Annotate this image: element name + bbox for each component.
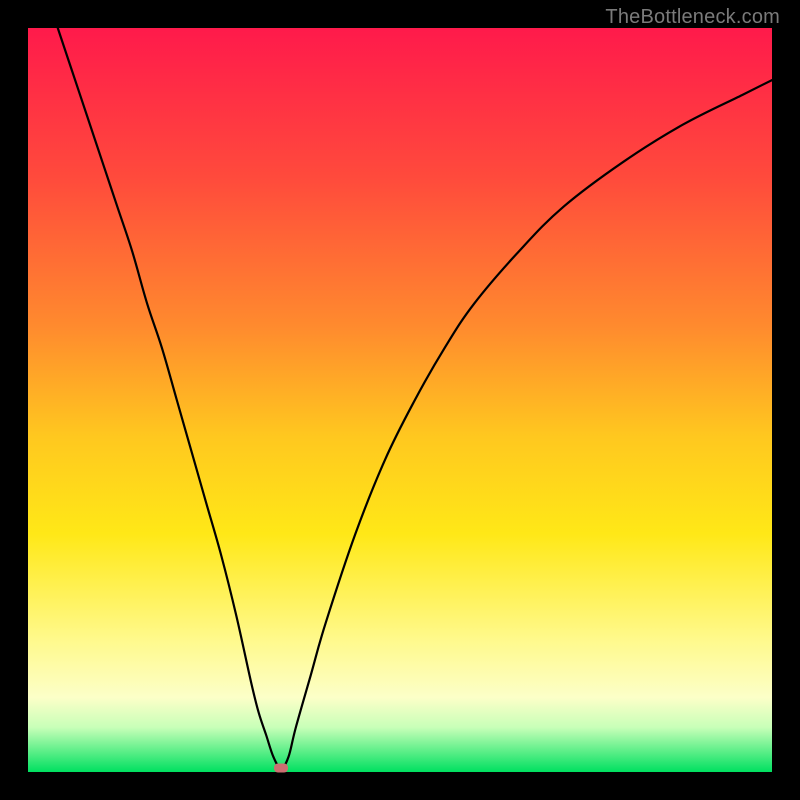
curve-svg xyxy=(28,28,772,772)
bottleneck-curve xyxy=(58,28,772,768)
plot-area xyxy=(28,28,772,772)
watermark-text: TheBottleneck.com xyxy=(605,6,780,29)
minimum-marker xyxy=(274,764,288,773)
